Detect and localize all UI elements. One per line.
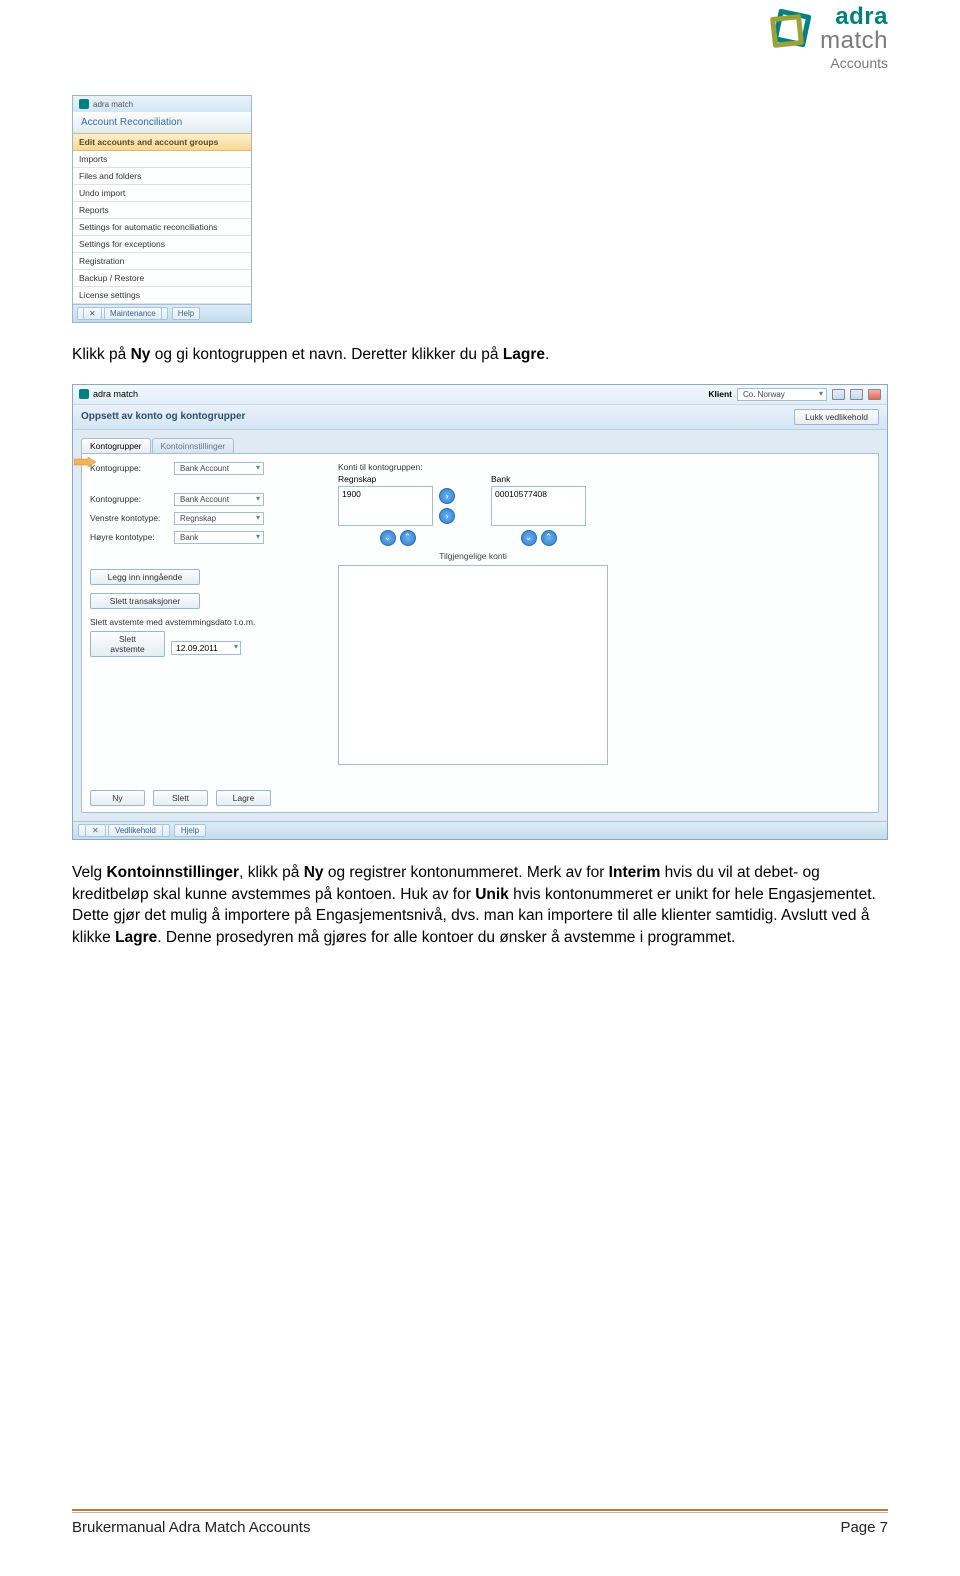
move-down-icon[interactable]: ⌄ (521, 530, 537, 546)
maintenance-button[interactable]: ✕ Maintenance (77, 307, 168, 320)
available-accounts-listbox[interactable] (338, 565, 608, 765)
window-title: Account Reconciliation (73, 112, 251, 133)
kontogruppe-name-input[interactable]: Bank Account (174, 493, 264, 506)
menu-item[interactable]: Backup / Restore (73, 270, 251, 287)
menu-item[interactable]: License settings (73, 287, 251, 304)
menu-item[interactable]: Registration (73, 253, 251, 270)
help-button[interactable]: Help (172, 307, 200, 320)
slett-avstemte-button[interactable]: Slett avstemte (90, 631, 165, 657)
move-up-icon[interactable]: ⌃ (400, 530, 416, 546)
screenshot-menu-panel: adra match Account Reconciliation Edit a… (72, 95, 252, 323)
tab-kontoinnstillinger[interactable]: Kontoinnstillinger (152, 438, 235, 453)
klient-label: Klient (708, 389, 732, 399)
close-maintenance-button[interactable]: Lukk vedlikehold (794, 409, 879, 425)
instruction-paragraph-2: Velg Kontoinnstillinger, klikk på Ny og … (72, 862, 888, 949)
app-logo-icon (79, 99, 89, 109)
bank-label: Bank (491, 474, 586, 484)
hjelp-button[interactable]: Hjelp (174, 824, 206, 837)
regnskap-listbox[interactable]: 1900 (338, 486, 433, 526)
konti-header: Konti til kontogruppen: (338, 462, 608, 472)
close-icon[interactable] (868, 389, 881, 400)
klient-dropdown[interactable]: Co. Norway (737, 388, 827, 401)
lagre-button[interactable]: Lagre (216, 790, 271, 806)
legg-inn-button[interactable]: Legg inn inngående (90, 569, 200, 585)
tab-kontogrupper[interactable]: Kontogrupper (81, 438, 151, 453)
bank-listbox[interactable]: 00010577408 (491, 486, 586, 526)
pointer-arrow-icon (74, 457, 96, 467)
venstre-kontotype-dropdown[interactable]: Regnskap (174, 512, 264, 525)
brand-logo: adra match Accounts (768, 5, 888, 71)
ny-button[interactable]: Ny (90, 790, 145, 806)
slett-transaksjoner-button[interactable]: Slett transaksjoner (90, 593, 200, 609)
bottom-toolbar: ✕ Maintenance Help (73, 304, 251, 322)
menu-list: ImportsFiles and foldersUndo importRepor… (73, 151, 251, 304)
app-name: adra match (93, 389, 138, 399)
menu-item[interactable]: Settings for automatic reconciliations (73, 219, 251, 236)
kontogruppe-dropdown[interactable]: Bank Account (174, 462, 264, 475)
venstre-kontotype-label: Venstre kontotype: (90, 513, 168, 523)
menu-item[interactable]: Files and folders (73, 168, 251, 185)
tilgjengelige-label: Tilgjengelige konti (338, 551, 608, 561)
app-name: adra match (93, 100, 133, 109)
date-input[interactable]: 12.09.2011 (171, 641, 241, 655)
logo-subtext: Accounts (768, 55, 888, 71)
menu-item[interactable]: Undo import (73, 185, 251, 202)
instruction-paragraph-1: Klikk på Ny og gi kontogruppen et navn. … (72, 345, 888, 366)
move-right-icon[interactable]: › (439, 508, 455, 524)
move-right-icon[interactable]: › (439, 488, 455, 504)
slett-avstemte-label: Slett avstemte med avstemmingsdato t.o.m… (90, 617, 290, 627)
page-title: Oppsett av konto og kontogrupper (81, 411, 245, 422)
screenshot-account-setup: adra match Klient Co. Norway Oppsett av … (72, 384, 888, 840)
footer-page: Page 7 (840, 1519, 888, 1536)
move-up-icon[interactable]: ⌃ (541, 530, 557, 546)
minimize-icon[interactable] (832, 389, 845, 400)
menu-item[interactable]: Settings for exceptions (73, 236, 251, 253)
vedlikehold-button[interactable]: ✕ Vedlikehold (78, 824, 170, 837)
kontogruppe-label: Kontogruppe: (90, 463, 168, 473)
hoyre-kontotype-dropdown[interactable]: Bank (174, 531, 264, 544)
logo-text-1: adra (820, 5, 888, 29)
menu-item[interactable]: Imports (73, 151, 251, 168)
panel-header[interactable]: Edit accounts and account groups (73, 133, 251, 151)
maximize-icon[interactable] (850, 389, 863, 400)
move-down-icon[interactable]: ⌄ (380, 530, 396, 546)
menu-item[interactable]: Reports (73, 202, 251, 219)
logo-icon (768, 6, 814, 52)
footer-title: Brukermanual Adra Match Accounts (72, 1519, 310, 1536)
logo-text-2: match (820, 29, 888, 53)
slett-button[interactable]: Slett (153, 790, 208, 806)
regnskap-label: Regnskap (338, 474, 457, 484)
page-footer: Brukermanual Adra Match Accounts Page 7 (72, 1509, 888, 1536)
kontogruppe2-label: Kontogruppe: (90, 494, 168, 504)
hoyre-kontotype-label: Høyre kontotype: (90, 532, 168, 542)
app-logo-icon (79, 389, 89, 399)
